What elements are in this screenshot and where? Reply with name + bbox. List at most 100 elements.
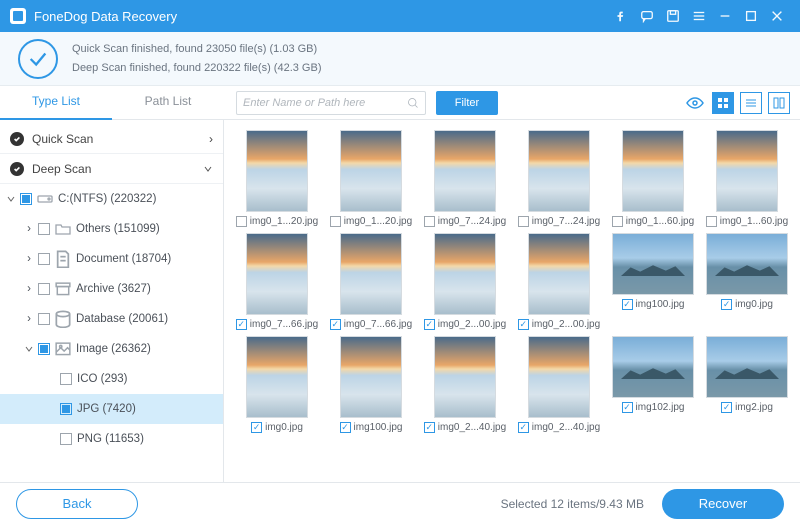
file-thumb[interactable]: img100.jpg (608, 233, 698, 330)
collapse-icon[interactable] (22, 345, 36, 353)
view-large-grid-button[interactable] (712, 92, 734, 114)
facebook-icon[interactable] (608, 3, 634, 29)
checkbox[interactable] (38, 283, 50, 295)
file-thumb[interactable]: img0.jpg (702, 233, 792, 330)
minimize-icon[interactable] (712, 3, 738, 29)
file-thumb[interactable]: img0_2...00.jpg (420, 233, 510, 330)
file-thumb[interactable]: img100.jpg (326, 336, 416, 433)
search-input-wrap[interactable] (236, 91, 426, 115)
checkbox[interactable] (60, 403, 72, 415)
feedback-icon[interactable] (634, 3, 660, 29)
close-icon[interactable] (764, 3, 790, 29)
file-thumb[interactable]: img0.jpg (232, 336, 322, 433)
checkbox[interactable] (236, 216, 247, 227)
thumbnail-image[interactable] (246, 233, 308, 315)
checkbox[interactable] (38, 223, 50, 235)
checkbox[interactable] (721, 402, 732, 413)
preview-icon[interactable] (684, 92, 706, 114)
file-thumb[interactable]: img0_1...20.jpg (232, 130, 322, 227)
file-thumb[interactable]: img0_2...40.jpg (514, 336, 604, 433)
checkbox[interactable] (518, 216, 529, 227)
thumbnail-image[interactable] (340, 336, 402, 418)
checkbox[interactable] (518, 319, 529, 330)
file-thumb[interactable]: img2.jpg (702, 336, 792, 433)
checkbox[interactable] (236, 319, 247, 330)
checkbox[interactable] (251, 422, 262, 433)
checkbox[interactable] (330, 319, 341, 330)
expand-icon[interactable]: › (22, 223, 36, 235)
thumbnail-image[interactable] (528, 233, 590, 315)
thumbnail-image[interactable] (706, 233, 788, 295)
thumbnail-image[interactable] (434, 130, 496, 212)
tree-document[interactable]: › Document (18704) (0, 244, 223, 274)
tree-archive[interactable]: › Archive (3627) (0, 274, 223, 304)
recover-button[interactable]: Recover (662, 489, 784, 519)
file-thumb[interactable]: img0_1...20.jpg (326, 130, 416, 227)
thumbnail-image[interactable] (716, 130, 778, 212)
checkbox[interactable] (20, 193, 32, 205)
thumbnail-image[interactable] (528, 130, 590, 212)
search-input[interactable] (243, 97, 407, 109)
tree-png[interactable]: PNG (11653) (0, 424, 223, 454)
checkbox[interactable] (622, 299, 633, 310)
tab-type-list[interactable]: Type List (0, 85, 112, 120)
thumbnail-image[interactable] (622, 130, 684, 212)
checkbox[interactable] (706, 216, 717, 227)
checkbox[interactable] (60, 433, 72, 445)
thumbnail-image[interactable] (246, 130, 308, 212)
tree-others[interactable]: › Others (151099) (0, 214, 223, 244)
thumbnail-image[interactable] (434, 336, 496, 418)
save-icon[interactable] (660, 3, 686, 29)
tab-path-list[interactable]: Path List (112, 85, 224, 120)
maximize-icon[interactable] (738, 3, 764, 29)
tree-jpg[interactable]: JPG (7420) (0, 394, 223, 424)
thumbnail-image[interactable] (706, 336, 788, 398)
checkbox[interactable] (424, 319, 435, 330)
checkbox[interactable] (340, 422, 351, 433)
file-thumb[interactable]: img0_1...60.jpg (702, 130, 792, 227)
file-thumb[interactable]: img0_7...66.jpg (326, 233, 416, 330)
checkbox[interactable] (622, 402, 633, 413)
checkbox[interactable] (721, 299, 732, 310)
checkbox[interactable] (518, 422, 529, 433)
view-detail-button[interactable] (768, 92, 790, 114)
expand-icon[interactable]: › (22, 283, 36, 295)
file-thumb[interactable]: img0_7...66.jpg (232, 233, 322, 330)
tree-drive[interactable]: C:(NTFS) (220322) (0, 184, 223, 214)
thumbnail-image[interactable] (528, 336, 590, 418)
file-thumb[interactable]: img0_7...24.jpg (514, 130, 604, 227)
checkbox[interactable] (38, 253, 50, 265)
checkbox[interactable] (612, 216, 623, 227)
file-name: img0_7...66.jpg (344, 319, 412, 330)
filter-button[interactable]: Filter (436, 91, 498, 115)
checkbox[interactable] (330, 216, 341, 227)
back-button[interactable]: Back (16, 489, 138, 519)
expand-icon[interactable]: › (22, 253, 36, 265)
thumbnail-image[interactable] (340, 130, 402, 212)
tree-image[interactable]: Image (26362) (0, 334, 223, 364)
thumbnail-image[interactable] (246, 336, 308, 418)
deep-scan-row[interactable]: Deep Scan (0, 154, 223, 184)
expand-icon[interactable]: › (22, 313, 36, 325)
file-name: img0_1...20.jpg (344, 216, 412, 227)
checkbox[interactable] (38, 313, 50, 325)
thumbnail-image[interactable] (340, 233, 402, 315)
checkbox[interactable] (424, 216, 435, 227)
file-thumb[interactable]: img0_1...60.jpg (608, 130, 698, 227)
menu-icon[interactable] (686, 3, 712, 29)
file-thumb[interactable]: img102.jpg (608, 336, 698, 433)
file-thumb[interactable]: img0_2...40.jpg (420, 336, 510, 433)
collapse-icon[interactable] (4, 195, 18, 203)
file-thumb[interactable]: img0_7...24.jpg (420, 130, 510, 227)
file-thumb[interactable]: img0_2...00.jpg (514, 233, 604, 330)
thumbnail-image[interactable] (434, 233, 496, 315)
tree-ico[interactable]: ICO (293) (0, 364, 223, 394)
view-list-button[interactable] (740, 92, 762, 114)
quick-scan-row[interactable]: Quick Scan › (0, 124, 223, 154)
checkbox[interactable] (38, 343, 50, 355)
tree-database[interactable]: › Database (20061) (0, 304, 223, 334)
thumbnail-image[interactable] (612, 336, 694, 398)
checkbox[interactable] (424, 422, 435, 433)
checkbox[interactable] (60, 373, 72, 385)
thumbnail-image[interactable] (612, 233, 694, 295)
